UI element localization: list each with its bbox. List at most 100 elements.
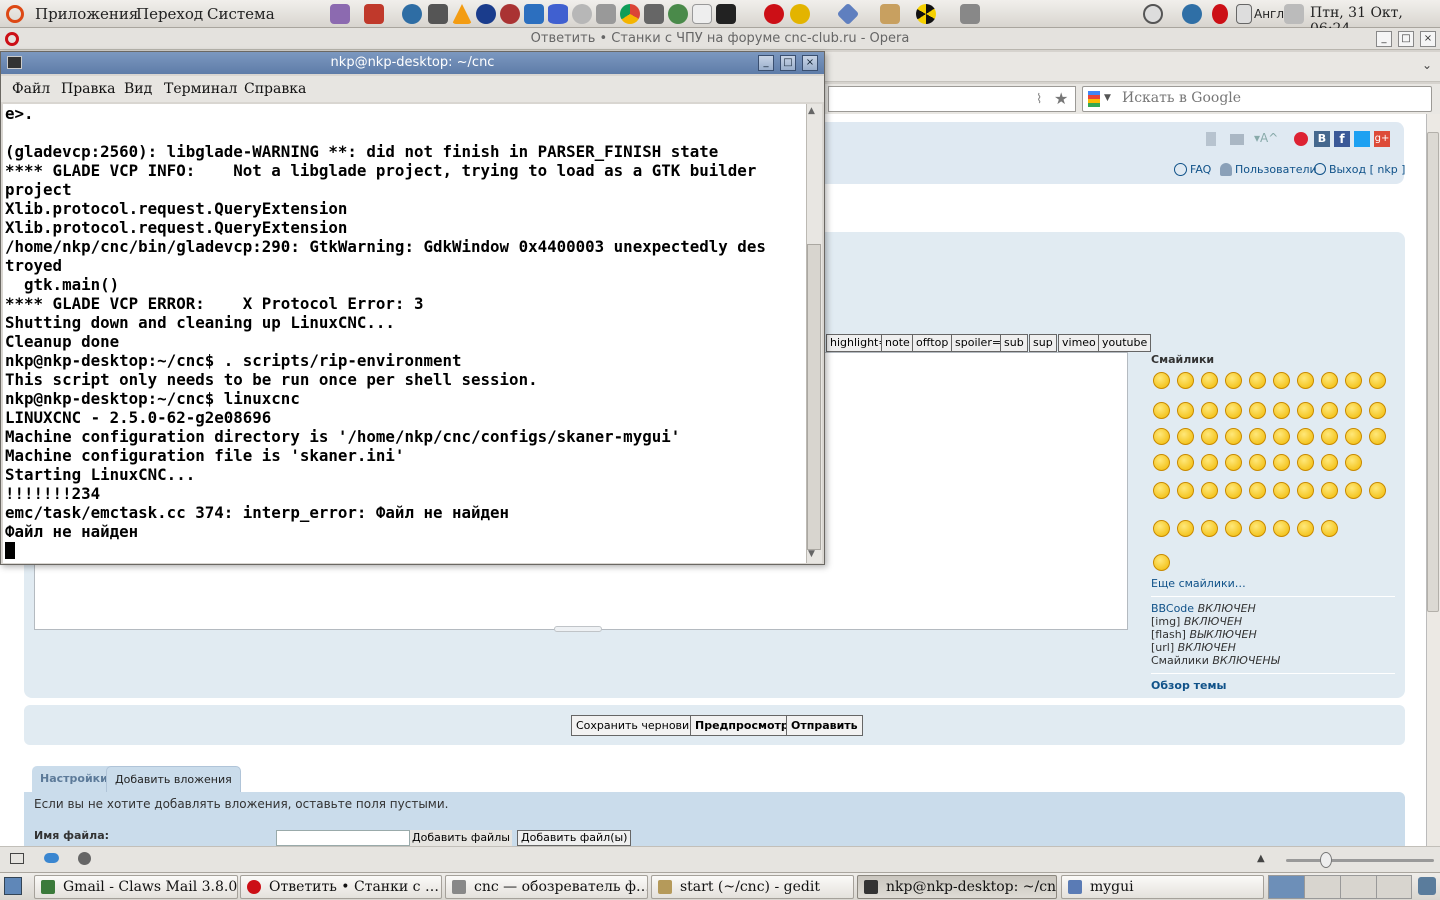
smiley-icon[interactable] — [1369, 482, 1386, 499]
keyboard-layout[interactable]: Англ — [1254, 7, 1284, 21]
smiley-icon[interactable] — [1297, 454, 1314, 471]
terminal-scroll-thumb[interactable] — [807, 244, 821, 550]
smiley-icon[interactable] — [1345, 482, 1362, 499]
turbo-icon[interactable] — [78, 852, 91, 865]
smiley-icon[interactable] — [1345, 372, 1362, 389]
smiley-icon[interactable] — [1201, 402, 1218, 419]
smiley-icon[interactable] — [1225, 454, 1242, 471]
logout-link[interactable]: Выход [ nkp ] — [1329, 163, 1405, 176]
toolbar-icon[interactable] — [1206, 132, 1216, 146]
view-icon[interactable]: ▲ — [1257, 853, 1265, 864]
preview-button[interactable]: Предпросмотр — [690, 715, 794, 736]
smiley-icon[interactable] — [1177, 428, 1194, 445]
smiley-icon[interactable] — [1201, 482, 1218, 499]
smiley-icon[interactable] — [1249, 428, 1266, 445]
scroll-up-icon[interactable]: ▲ — [808, 106, 815, 116]
smiley-icon[interactable] — [1273, 372, 1290, 389]
opera-unite-icon[interactable] — [44, 853, 59, 863]
add-files-button[interactable]: Добавить файл(ы) — [517, 830, 632, 846]
terminal-window-icon[interactable] — [7, 56, 22, 69]
app-icon[interactable] — [476, 4, 496, 24]
submit-button[interactable]: Отправить — [786, 715, 863, 736]
smiley-icon[interactable] — [1177, 482, 1194, 499]
facebook-icon[interactable]: f — [1334, 131, 1350, 147]
bbcode-sub-button[interactable]: sub — [1000, 334, 1028, 352]
search-dropdown-icon[interactable]: ▼ — [1104, 93, 1111, 103]
minimize-button[interactable]: _ — [1376, 31, 1392, 47]
smiley-icon[interactable] — [1225, 520, 1242, 537]
app-icon[interactable] — [960, 4, 980, 24]
smiley-icon[interactable] — [1249, 402, 1266, 419]
bbcode-offtop-button[interactable]: offtop — [912, 334, 953, 352]
smiley-icon[interactable] — [1177, 520, 1194, 537]
database-icon[interactable] — [548, 4, 568, 24]
app-icon[interactable] — [500, 4, 520, 24]
ubuntu-logo-icon[interactable] — [6, 5, 24, 23]
scroll-down-icon[interactable]: ▼ — [808, 549, 815, 559]
smiley-icon[interactable] — [1201, 428, 1218, 445]
terminal-close-button[interactable]: × — [802, 55, 818, 71]
google-plus-icon[interactable]: g+ — [1374, 131, 1390, 147]
tab-menu-chevron-icon[interactable]: ⌄ — [1422, 58, 1432, 72]
smiley-icon[interactable] — [1273, 520, 1290, 537]
save-draft-button[interactable]: Сохранить черновик — [571, 715, 701, 736]
close-button[interactable]: × — [1420, 31, 1436, 47]
bbcode-vimeo-button[interactable]: vimeo — [1058, 334, 1100, 352]
smiley-icon[interactable] — [1321, 428, 1338, 445]
show-desktop-icon[interactable] — [4, 877, 22, 895]
smiley-icon[interactable] — [1369, 428, 1386, 445]
faq-link[interactable]: FAQ — [1190, 163, 1211, 176]
smiley-icon[interactable] — [1201, 454, 1218, 471]
filezilla-icon[interactable] — [364, 4, 384, 24]
opera-icon[interactable] — [764, 4, 784, 24]
smiley-icon[interactable] — [1201, 520, 1218, 537]
bookmark-star-icon[interactable]: ★ — [1054, 89, 1068, 108]
task-mygui[interactable]: mygui — [1061, 875, 1264, 899]
app-icon[interactable] — [402, 4, 422, 24]
calculator-icon[interactable] — [644, 4, 664, 24]
menu-applications[interactable]: Приложения — [35, 5, 138, 23]
search-icon[interactable] — [572, 4, 592, 24]
bbcode-sup-button[interactable]: sup — [1029, 334, 1057, 352]
tab-settings[interactable]: Настройки — [32, 766, 116, 792]
smiley-icon[interactable] — [1177, 454, 1194, 471]
smiley-icon[interactable] — [1321, 372, 1338, 389]
power-icon[interactable] — [1143, 4, 1163, 24]
smiley-icon[interactable] — [1345, 428, 1362, 445]
task-gedit[interactable]: start (~/cnc) - gedit — [651, 875, 854, 899]
bbcode-youtube-button[interactable]: youtube — [1098, 334, 1152, 352]
smiley-icon[interactable] — [1273, 428, 1290, 445]
smiley-icon[interactable] — [1321, 482, 1338, 499]
smiley-icon[interactable] — [1225, 402, 1242, 419]
radiation-icon[interactable] — [916, 4, 936, 24]
terminal-minimize-button[interactable]: _ — [758, 55, 774, 71]
smiley-icon[interactable] — [1345, 402, 1362, 419]
smiley-icon[interactable] — [1249, 520, 1266, 537]
smiley-icon[interactable] — [1153, 482, 1170, 499]
zoom-slider-handle[interactable] — [1320, 852, 1332, 868]
text-editor-icon[interactable] — [692, 4, 712, 24]
smiley-icon[interactable] — [1297, 520, 1314, 537]
google-icon[interactable] — [1088, 91, 1100, 107]
terminal-menu-help[interactable]: Справка — [244, 81, 306, 97]
smiley-icon[interactable] — [1249, 372, 1266, 389]
terminal-titlebar[interactable]: nkp@nkp-desktop: ~/cnc — [1, 52, 824, 74]
smiley-icon[interactable] — [1153, 520, 1170, 537]
smiley-icon[interactable] — [1249, 454, 1266, 471]
app-icon[interactable] — [790, 4, 810, 24]
keyboard-icon[interactable] — [1236, 4, 1252, 24]
opera-tray-icon[interactable] — [1212, 4, 1228, 24]
terminal-menu-view[interactable]: Вид — [124, 81, 152, 97]
smiley-icon[interactable] — [1201, 372, 1218, 389]
smiley-icon[interactable] — [1225, 482, 1242, 499]
file-input[interactable] — [276, 830, 410, 846]
smiley-icon[interactable] — [1153, 372, 1170, 389]
app-icon[interactable] — [428, 4, 448, 24]
user-icon[interactable] — [1284, 4, 1304, 24]
browse-files-button[interactable]: Добавить файлы — [410, 830, 512, 846]
task-opera[interactable]: Ответить • Станки с … — [240, 875, 442, 899]
smiley-icon[interactable] — [1297, 402, 1314, 419]
chrome-icon[interactable] — [620, 4, 640, 24]
bbcode-spoiler-button[interactable]: spoiler= — [951, 334, 1006, 352]
rss-icon[interactable]: ⌇ — [1036, 92, 1042, 107]
